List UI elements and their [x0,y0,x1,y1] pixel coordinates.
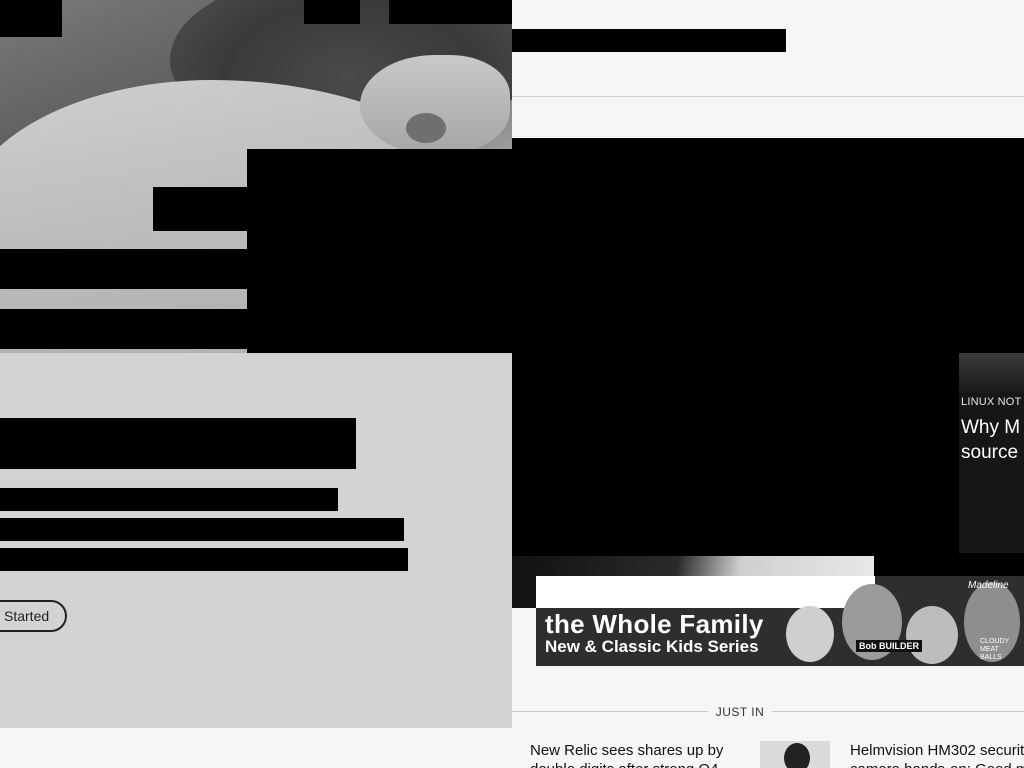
section-label: JUST IN [715,705,765,719]
cartoon-character-image [786,606,834,662]
redacted-nav-item [304,0,360,24]
page: Started LINUX NOT Why M shifting Micros … [0,0,1024,768]
show-logo-bob: Bob BUILDER [856,640,922,652]
just-in-header: JUST IN [512,700,1024,724]
redacted-promo-text [153,187,247,231]
cartoon-character-image [906,606,958,664]
news-item-thumbnail[interactable] [760,741,830,768]
divider [772,711,1024,712]
story-card-headline[interactable]: Why M shifting Micros source [961,415,1024,465]
article-header [512,0,1024,138]
ad-subtitle: New & Classic Kids Series [545,637,759,656]
redacted-logo [0,0,62,37]
redacted-article-title [512,29,786,52]
ad-banner[interactable]: the Whole Family New & Classic Kids Seri… [536,576,1024,666]
story-card-kicker: LINUX NOT [961,396,1022,408]
news-item-headline[interactable]: New Relic sees shares up by double digit… [530,741,740,768]
redacted-promo-heading [0,418,356,469]
redacted-promo-graphic [247,149,512,353]
redacted-promo-text [0,309,247,349]
news-item-headline[interactable]: Helmvision HM302 security camera hands-o… [850,741,1024,768]
redacted-promo-text [0,249,247,289]
show-logo-meatballs: CLOUDY MEAT BALLS [980,638,1010,661]
video-player[interactable] [512,138,1024,608]
redacted-promo-body [0,548,408,571]
story-card[interactable]: LINUX NOT Why M shifting Micros source [959,353,1024,553]
get-started-button[interactable]: Started [0,600,68,632]
show-logo-madeline: Madeline [968,580,1009,591]
divider [512,711,708,712]
redacted-nav-item [389,0,512,24]
redacted-promo-body [0,518,404,541]
ad-title: the Whole Family [545,609,764,639]
story-card-image [959,353,1024,393]
redacted-promo-body [0,488,338,511]
header-divider [512,96,1024,97]
